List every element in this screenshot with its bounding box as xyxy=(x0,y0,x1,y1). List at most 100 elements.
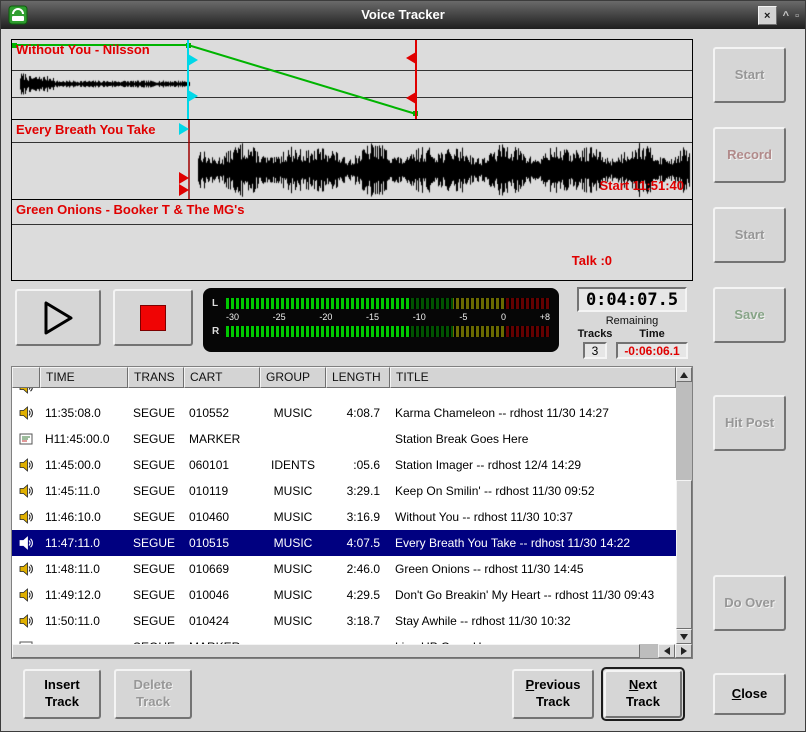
marker-triangle[interactable] xyxy=(179,184,189,196)
marker-triangle[interactable] xyxy=(406,52,416,64)
start-track1-button[interactable]: Start xyxy=(713,47,786,103)
next-track-button[interactable]: Next Track xyxy=(604,670,682,718)
cell-trans: SEGUE xyxy=(128,478,184,504)
cell-time: 11:46:10.0 xyxy=(40,504,128,530)
cell-time: 11:45:11.0 xyxy=(40,478,128,504)
scroll-left-button[interactable] xyxy=(658,644,675,658)
log-row[interactable]: 11:45:11.0 SEGUE 010119 MUSIC 3:29.1 Kee… xyxy=(12,478,676,504)
cell-cart xyxy=(184,388,260,400)
marker-triangle[interactable] xyxy=(188,54,198,66)
log-row[interactable]: 11:48:11.0 SEGUE 010669 MUSIC 2:46.0 Gre… xyxy=(12,556,676,582)
cell-cart: 060101 xyxy=(184,452,260,478)
start-time-label: Start 11:51:40 xyxy=(599,178,684,193)
cell-title: Karma Chameleon -- rdhost 11/30 14:27 xyxy=(390,400,676,426)
previous-track-button[interactable]: Previous Track xyxy=(512,669,594,719)
cell-group xyxy=(260,634,326,644)
column-header-length[interactable]: LENGTH xyxy=(326,367,390,388)
meter-bar-left xyxy=(226,298,550,309)
stop-button[interactable] xyxy=(113,289,193,346)
cell-cart: 010552 xyxy=(184,400,260,426)
window-close-button[interactable]: × xyxy=(758,6,777,25)
start-track3-button[interactable]: Start xyxy=(713,207,786,263)
cell-title: Keep On Smilin' -- rdhost 11/30 09:52 xyxy=(390,478,676,504)
marker-triangle[interactable] xyxy=(188,90,198,102)
cell-group: MUSIC xyxy=(260,556,326,582)
speaker-icon xyxy=(19,536,33,550)
cell-title: Green Onions -- rdhost 11/30 14:45 xyxy=(390,556,676,582)
close-button[interactable]: Close xyxy=(713,673,786,715)
vertical-scrollbar-thumb[interactable] xyxy=(676,480,692,629)
cell-trans: SEGUE xyxy=(128,426,184,452)
cell-time: 11:50:11.0 xyxy=(40,608,128,634)
hit-post-button[interactable]: Hit Post xyxy=(713,395,786,451)
log-row[interactable]: 11:46:10.0 SEGUE 010460 MUSIC 3:16.9 Wit… xyxy=(12,504,676,530)
elapsed-time-display: 0:04:07.5 xyxy=(577,287,687,312)
log-body: 11:35:08.0 SEGUE 010552 MUSIC 4:08.7 Kar… xyxy=(12,388,676,644)
scroll-up-button[interactable] xyxy=(676,367,692,382)
log-row[interactable]: 11:49:12.0 SEGUE 010046 MUSIC 4:29.5 Don… xyxy=(12,582,676,608)
column-header-cart[interactable]: CART xyxy=(184,367,260,388)
scroll-down-button[interactable] xyxy=(676,629,692,644)
cell-length: 4:07.5 xyxy=(326,530,390,556)
cell-title: Line UP Goes Here xyxy=(390,634,676,644)
speaker-icon xyxy=(19,588,33,602)
log-row[interactable] xyxy=(12,388,676,400)
horizontal-scrollbar[interactable] xyxy=(12,644,692,658)
cell-cart: 010046 xyxy=(184,582,260,608)
vertical-scrollbar[interactable] xyxy=(676,367,692,644)
scroll-right-button[interactable] xyxy=(675,644,692,658)
cell-trans: SEGUE xyxy=(128,530,184,556)
voice-tracker-window: Voice Tracker × ^ ▫ Witho xyxy=(0,0,806,732)
column-header-icon[interactable] xyxy=(12,367,40,388)
log-row[interactable]: H11:45:00.0 SEGUE MARKER Station Break G… xyxy=(12,426,676,452)
remaining-panel: Remaining Tracks Time 3 -0:06:06.1 xyxy=(575,315,689,359)
cell-time: 11:35:08.0 xyxy=(40,400,128,426)
cell-length: :05.6 xyxy=(326,452,390,478)
button-label: Insert xyxy=(25,677,99,694)
log-row[interactable]: SEGUE MARKER Line UP Goes Here xyxy=(12,634,676,644)
scale-tick: -15 xyxy=(366,312,379,322)
record-button[interactable]: Record xyxy=(713,127,786,183)
marker-triangle[interactable] xyxy=(406,92,416,104)
insert-track-button[interactable]: Insert Track xyxy=(23,669,101,719)
log-row[interactable]: 11:50:11.0 SEGUE 010424 MUSIC 3:18.7 Sta… xyxy=(12,608,676,634)
cell-group: MUSIC xyxy=(260,504,326,530)
marker-triangle[interactable] xyxy=(179,172,189,184)
cell-time: 11:45:00.0 xyxy=(40,452,128,478)
cell-length xyxy=(326,388,390,400)
waveform-panel-3: Green Onions - Booker T & The MG's Talk … xyxy=(12,200,692,280)
save-button[interactable]: Save xyxy=(713,287,786,343)
scale-tick: -5 xyxy=(459,312,467,322)
cell-trans: SEGUE xyxy=(128,608,184,634)
column-header-group[interactable]: GROUP xyxy=(260,367,326,388)
button-label: Next xyxy=(606,677,680,694)
left-arrow-icon xyxy=(664,647,670,655)
column-header-title[interactable]: TITLE xyxy=(390,367,676,388)
log-row[interactable]: 11:45:00.0 SEGUE 060101 IDENTS :05.6 Sta… xyxy=(12,452,676,478)
log-row[interactable]: 11:35:08.0 SEGUE 010552 MUSIC 4:08.7 Kar… xyxy=(12,400,676,426)
cell-trans: SEGUE xyxy=(128,634,184,644)
waveform-editor: Without You - Nilsson Every Breath You T… xyxy=(11,39,693,281)
window-title: Voice Tracker xyxy=(1,7,805,22)
log-row-selected[interactable]: 11:47:11.0 SEGUE 010515 MUSIC 4:07.5 Eve… xyxy=(12,530,676,556)
column-header-time[interactable]: TIME xyxy=(40,367,128,388)
talk-counter-label: Talk :0 xyxy=(572,253,612,268)
window-menu-button[interactable]: ▫ xyxy=(795,10,799,22)
cell-cart: 010119 xyxy=(184,478,260,504)
horizontal-scrollbar-thumb[interactable] xyxy=(12,644,640,658)
play-button[interactable] xyxy=(15,289,101,346)
delete-track-button[interactable]: Delete Track xyxy=(114,669,192,719)
audio-level-meter: L -30 -25 -20 -15 -10 -5 0 +8 R xyxy=(203,288,559,352)
cell-trans xyxy=(128,388,184,400)
cell-length: 4:08.7 xyxy=(326,400,390,426)
waveform-panel-2: Every Breath You Take Start 11:51:40 xyxy=(12,120,692,200)
column-header-trans[interactable]: TRANS xyxy=(128,367,184,388)
remaining-time-value: -0:06:06.1 xyxy=(616,342,688,359)
button-label: Previous xyxy=(514,677,592,694)
window-shade-button[interactable]: ^ xyxy=(783,10,789,22)
do-over-button[interactable]: Do Over xyxy=(713,575,786,631)
cell-length: 4:29.5 xyxy=(326,582,390,608)
marker-triangle[interactable] xyxy=(179,123,189,135)
button-label: Track xyxy=(116,694,190,711)
right-arrow-icon xyxy=(681,647,687,655)
